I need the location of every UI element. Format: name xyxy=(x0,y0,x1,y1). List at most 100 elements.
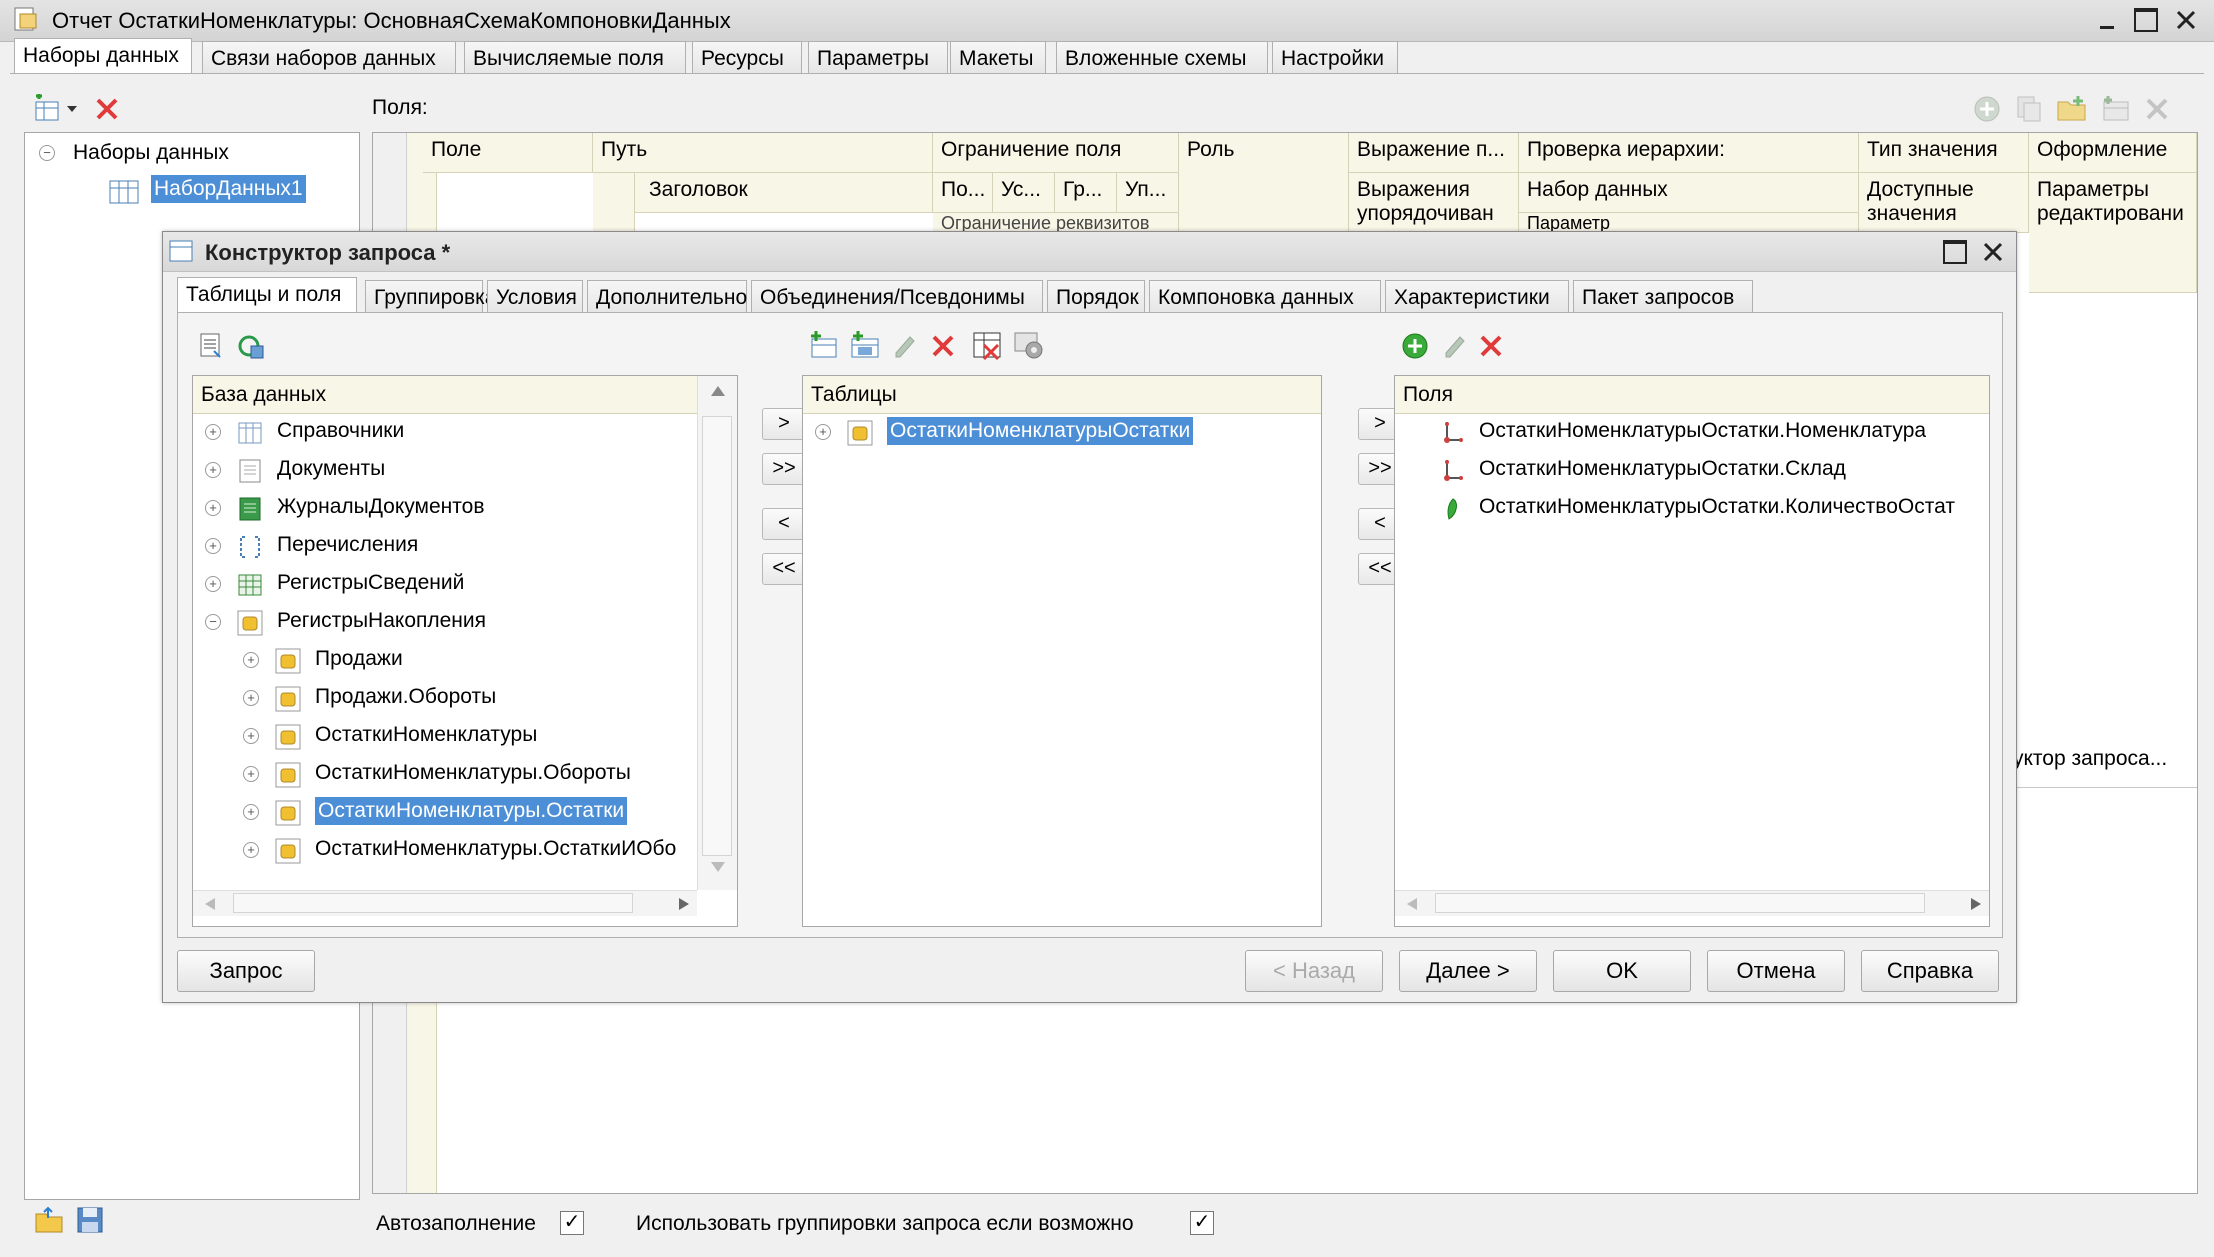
add-folder-icon[interactable] xyxy=(2056,94,2088,124)
expand-icon[interactable]: + xyxy=(243,690,259,706)
tab-characteristics[interactable]: Характеристики xyxy=(1385,280,1569,312)
back-button[interactable]: < Назад xyxy=(1245,950,1383,992)
scroll-left-icon[interactable] xyxy=(1405,897,1419,911)
expand-icon[interactable]: + xyxy=(205,538,221,554)
database-tree-item[interactable]: + Документы xyxy=(193,452,697,490)
database-tree-item[interactable]: + Справочники xyxy=(193,414,697,452)
col-expression-order[interactable]: Выражения упорядочиван xyxy=(1349,173,1519,233)
col-edit-params[interactable]: Параметры редактировани xyxy=(2029,173,2197,293)
database-tree-item[interactable]: + ОстаткиНоменклатуры.ОстаткиИОбо xyxy=(193,832,697,870)
tab-settings[interactable]: Настройки xyxy=(1272,41,1398,73)
tab-datasets[interactable]: Наборы данных xyxy=(14,38,192,73)
tab-grouping[interactable]: Группировка xyxy=(365,280,496,312)
ok-button[interactable]: OK xyxy=(1553,950,1691,992)
col-expression[interactable]: Выражение п... xyxy=(1349,133,1519,173)
col-restriction-field[interactable]: По... xyxy=(933,173,993,213)
database-tree-item[interactable]: + ОстаткиНоменклатуры.Обороты xyxy=(193,756,697,794)
tab-data-composition[interactable]: Компоновка данных xyxy=(1149,280,1381,312)
scroll-right-icon[interactable] xyxy=(1969,897,1983,911)
scroll-down-icon[interactable] xyxy=(710,860,726,874)
table-settings-icon[interactable] xyxy=(1012,329,1046,361)
maximize-icon[interactable] xyxy=(2134,8,2158,32)
col-title[interactable]: Заголовок xyxy=(635,173,933,213)
datasets-root-label[interactable]: Наборы данных xyxy=(73,141,229,165)
remove-all-tables-button[interactable]: << xyxy=(762,553,806,585)
col-restriction-condition[interactable]: Ус... xyxy=(993,173,1055,213)
database-tree-item[interactable]: + ОстаткиНоменклатуры.Остатки xyxy=(193,794,697,832)
db-vscrollbar[interactable] xyxy=(697,376,737,890)
delete-table-icon[interactable] xyxy=(930,333,956,359)
tab-parameters[interactable]: Параметры xyxy=(808,41,948,73)
edit-field-icon[interactable] xyxy=(1440,331,1468,359)
database-tree-item[interactable]: + Перечисления xyxy=(193,528,697,566)
save-icon[interactable] xyxy=(76,1206,104,1234)
expand-icon[interactable]: + xyxy=(243,728,259,744)
remove-table-button[interactable]: < xyxy=(762,508,806,540)
tab-nested-schemas[interactable]: Вложенные схемы xyxy=(1056,41,1268,73)
col-role[interactable]: Роль xyxy=(1179,133,1349,233)
expand-icon[interactable]: + xyxy=(205,424,221,440)
tab-additional[interactable]: Дополнительно xyxy=(587,280,747,312)
col-restriction-order[interactable]: Уп... xyxy=(1117,173,1179,213)
dialog-close-icon[interactable] xyxy=(1981,240,2005,264)
col-restriction[interactable]: Ограничение поля xyxy=(933,133,1179,173)
col-path[interactable]: Путь xyxy=(593,133,933,173)
list-icon[interactable] xyxy=(196,331,226,361)
add-dataset-icon[interactable] xyxy=(32,94,62,124)
expand-icon[interactable]: + xyxy=(205,576,221,592)
collapse-icon[interactable]: − xyxy=(205,614,221,630)
add-circle-icon[interactable] xyxy=(1972,94,2002,124)
tab-order[interactable]: Порядок xyxy=(1047,280,1145,312)
database-tree-item[interactable]: + Продажи.Обороты xyxy=(193,680,697,718)
database-tree-item[interactable]: + ЖурналыДокументов xyxy=(193,490,697,528)
col-hierarchy-parameter[interactable]: Параметр xyxy=(1519,213,1859,233)
col-hierarchy-dataset[interactable]: Набор данных xyxy=(1519,173,1859,213)
col-hierarchy[interactable]: Проверка иерархии: xyxy=(1519,133,1859,173)
tab-tables-fields[interactable]: Таблицы и поля xyxy=(177,277,357,312)
next-button[interactable]: Далее > xyxy=(1399,950,1537,992)
db-hscroll-thumb[interactable] xyxy=(233,893,633,913)
edit-icon[interactable] xyxy=(890,331,918,359)
database-tree-item[interactable]: + РегистрыСведений xyxy=(193,566,697,604)
delete-field-icon[interactable] xyxy=(2144,96,2170,122)
database-tree-item[interactable]: + ОстаткиНоменклатуры xyxy=(193,718,697,756)
tab-layouts[interactable]: Макеты xyxy=(950,41,1046,73)
copy-icon[interactable] xyxy=(2014,94,2044,124)
use-groupings-checkbox[interactable]: ✓ xyxy=(1190,1211,1214,1235)
add-table-button[interactable]: > xyxy=(762,408,806,440)
close-icon[interactable] xyxy=(2174,8,2198,32)
database-tree-item[interactable]: − РегистрыНакопления xyxy=(193,604,697,642)
table-item-label[interactable]: ОстаткиНоменклатурыОстатки xyxy=(887,417,1194,445)
add-all-tables-button[interactable]: >> xyxy=(762,453,806,485)
open-folder-icon[interactable] xyxy=(34,1206,64,1234)
expand-icon[interactable]: + xyxy=(205,500,221,516)
col-format[interactable]: Оформление xyxy=(2029,133,2197,173)
expand-icon[interactable]: + xyxy=(815,424,831,440)
tab-unions-aliases[interactable]: Объединения/Псевдонимы xyxy=(751,280,1043,312)
scroll-right-icon[interactable] xyxy=(677,897,691,911)
col-restriction-group[interactable]: Гр... xyxy=(1055,173,1117,213)
add-nested-table-icon[interactable] xyxy=(848,329,882,361)
tab-query-batch[interactable]: Пакет запросов xyxy=(1573,280,1753,312)
query-constructor-link[interactable]: уктор запроса... xyxy=(2013,747,2167,771)
db-scroll-thumb[interactable] xyxy=(702,416,732,856)
tab-dataset-links[interactable]: Связи наборов данных xyxy=(202,41,456,73)
scroll-up-icon[interactable] xyxy=(710,384,726,398)
col-field[interactable]: Поле xyxy=(423,133,593,173)
tab-calculated-fields[interactable]: Вычисляемые поля xyxy=(464,41,686,73)
expand-icon[interactable]: + xyxy=(243,766,259,782)
minimize-icon[interactable] xyxy=(2096,8,2118,32)
collapse-icon[interactable]: − xyxy=(39,145,55,161)
add-table-icon[interactable] xyxy=(806,329,840,361)
query-button[interactable]: Запрос xyxy=(177,950,315,992)
replace-table-icon[interactable] xyxy=(970,329,1004,361)
autofill-checkbox[interactable]: ✓ xyxy=(560,1211,584,1235)
dialog-maximize-icon[interactable] xyxy=(1943,240,1967,264)
expand-icon[interactable]: + xyxy=(205,462,221,478)
dataset-item[interactable]: НаборДанных1 xyxy=(151,175,306,203)
expand-icon[interactable]: + xyxy=(243,804,259,820)
database-tree-item[interactable]: + Продажи xyxy=(193,642,697,680)
delete-field-icon[interactable] xyxy=(1478,333,1504,359)
col-available-values[interactable]: Доступные значения xyxy=(1859,173,2029,233)
selected-field-item[interactable]: ОстаткиНоменклатурыОстатки.Номенклатура xyxy=(1395,414,1989,452)
